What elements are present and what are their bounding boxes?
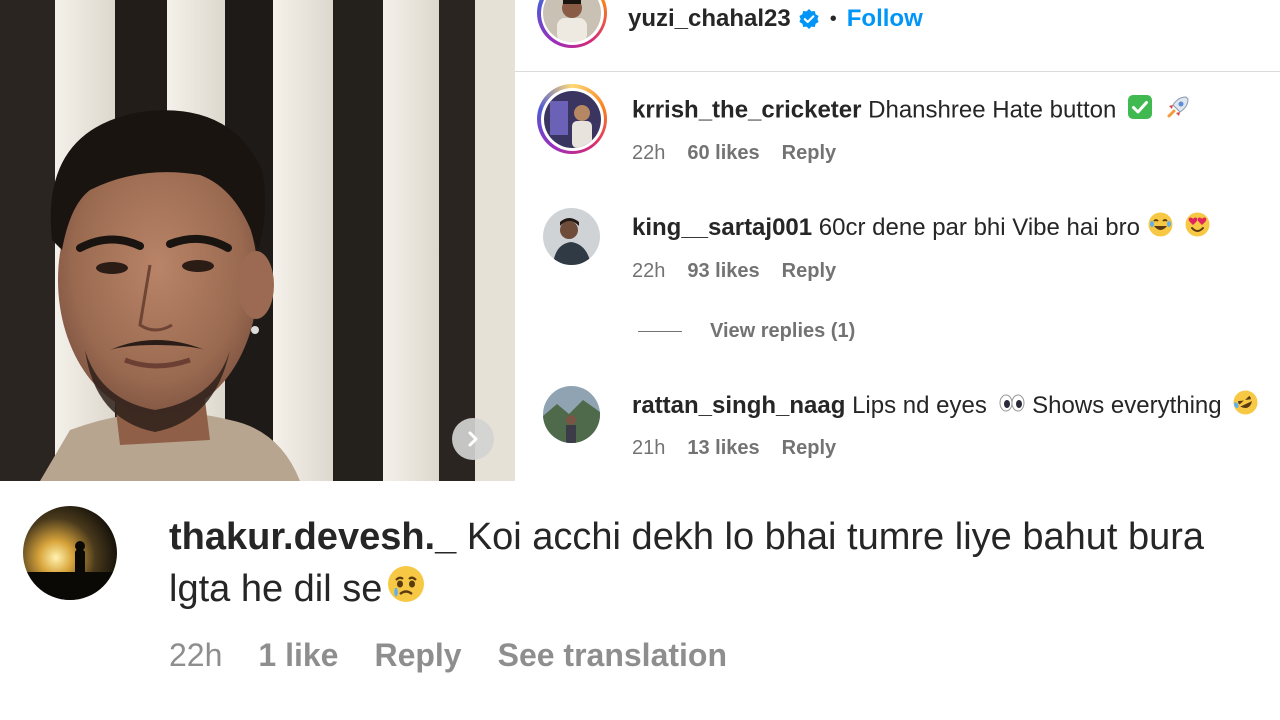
verified-badge-icon xyxy=(798,8,820,30)
rocket-emoji-icon xyxy=(1164,93,1192,129)
reply-button[interactable]: Reply xyxy=(782,260,836,283)
view-replies-button[interactable]: View replies (1) xyxy=(638,320,855,343)
post-header: yuzi_chahal23 • Follow xyxy=(515,0,1280,72)
crying-face-emoji-icon xyxy=(386,564,426,618)
post-photo-illustration xyxy=(0,0,515,481)
featured-comment-likes[interactable]: 1 like xyxy=(258,637,338,674)
featured-comment-meta: 22h 1 like Reply See translation xyxy=(169,637,727,674)
comment-likes[interactable]: 60 likes xyxy=(687,142,759,165)
separator-dot: • xyxy=(829,7,837,30)
view-replies-line xyxy=(638,331,682,332)
next-slide-button[interactable] xyxy=(452,418,494,460)
reply-button[interactable]: Reply xyxy=(782,437,836,460)
featured-reply-button[interactable]: Reply xyxy=(374,637,461,674)
comment-meta: 22h 93 likes Reply xyxy=(632,260,836,283)
featured-commenter-avatar[interactable] xyxy=(23,506,117,600)
commenter-avatar[interactable] xyxy=(543,386,600,443)
laughing-tears-emoji-icon xyxy=(1147,211,1174,246)
comment-body: rattan_singh_naag Lips nd eyes Shows eve… xyxy=(632,389,1259,424)
commenter-avatar-story-ring[interactable] xyxy=(537,84,607,154)
comment-item: rattan_singh_naag Lips nd eyes Shows eve… xyxy=(515,384,1280,481)
reply-button[interactable]: Reply xyxy=(782,142,836,165)
view-replies-label: View replies (1) xyxy=(710,320,856,342)
post-photo xyxy=(0,0,515,481)
author-avatar-story-ring[interactable] xyxy=(537,0,607,48)
author-info: yuzi_chahal23 • Follow xyxy=(628,5,923,33)
comment-likes[interactable]: 13 likes xyxy=(687,437,759,460)
author-username[interactable]: yuzi_chahal23 xyxy=(628,5,791,33)
comment-item: king__sartaj001 60cr dene par bhi Vibe h… xyxy=(515,205,1280,305)
comment-text: Dhanshree Hate button xyxy=(868,96,1117,124)
comment-body: king__sartaj001 60cr dene par bhi Vibe h… xyxy=(632,211,1211,246)
commenter-username[interactable]: rattan_singh_naag xyxy=(632,392,845,419)
comment-time: 22h xyxy=(632,260,666,282)
commenter-avatar[interactable] xyxy=(543,208,600,265)
eyes-emoji-icon xyxy=(998,391,1026,423)
comment-time: 21h xyxy=(632,437,666,459)
comment-text: 60cr dene par bhi Vibe hai bro xyxy=(818,213,1140,241)
author-avatar xyxy=(543,0,601,42)
check-mark-emoji-icon xyxy=(1127,94,1153,128)
comment-time: 22h xyxy=(632,142,666,164)
commenter-username[interactable]: king__sartaj001 xyxy=(632,214,812,241)
rolling-laughing-emoji-icon xyxy=(1232,389,1259,424)
heart-eyes-emoji-icon xyxy=(1184,211,1211,246)
see-translation-button[interactable]: See translation xyxy=(498,637,727,674)
commenter-avatar xyxy=(543,90,601,148)
comment-body: krrish_the_cricketer Dhanshree Hate butt… xyxy=(632,93,1192,129)
comment-text: Lips nd eyes xyxy=(852,391,987,419)
featured-comment: thakur.devesh._ Koi acchi dekh lo bhai t… xyxy=(0,481,1280,720)
comment-meta: 21h 13 likes Reply xyxy=(632,437,836,460)
follow-button[interactable]: Follow xyxy=(847,5,923,33)
comment-likes[interactable]: 93 likes xyxy=(687,260,759,283)
comment-text-continued: Shows everything xyxy=(1032,391,1222,419)
chevron-right-icon xyxy=(468,431,478,447)
featured-commenter-username[interactable]: thakur.devesh._ xyxy=(169,516,456,558)
comment-item: krrish_the_cricketer Dhanshree Hate butt… xyxy=(515,84,1280,184)
featured-comment-body: thakur.devesh._ Koi acchi dekh lo bhai t… xyxy=(169,511,1259,618)
instagram-post-screenshot: yuzi_chahal23 • Follow krrish_the_cricke… xyxy=(0,0,1280,720)
comments-panel: yuzi_chahal23 • Follow krrish_the_cricke… xyxy=(515,0,1280,481)
comment-meta: 22h 60 likes Reply xyxy=(632,142,836,165)
commenter-username[interactable]: krrish_the_cricketer xyxy=(632,96,861,123)
featured-comment-time: 22h xyxy=(169,637,223,673)
